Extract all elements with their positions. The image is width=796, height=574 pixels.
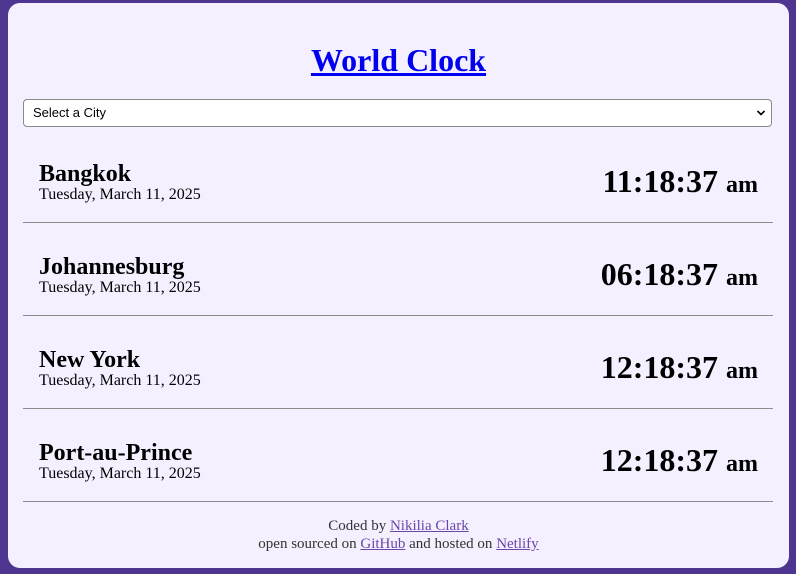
- city-name: Johannesburg: [39, 254, 185, 280]
- city-date: Tuesday, March 11, 2025: [39, 465, 201, 482]
- time-ampm: am: [726, 172, 758, 198]
- city-date: Tuesday, March 11, 2025: [39, 186, 201, 203]
- time-value: 06:18:37: [600, 256, 718, 292]
- footer-open-sourced-text: open sourced on: [258, 536, 357, 552]
- city-name: Bangkok: [39, 161, 132, 187]
- author-link[interactable]: Nikilia Clark: [390, 518, 469, 534]
- city-row-port-au-prince: Port-au-Prince Tuesday, March 11, 2025 1…: [23, 409, 773, 502]
- city-time: 12:18:37 am: [601, 349, 758, 389]
- city-name: Port-au-Prince: [39, 440, 193, 466]
- city-row-new-york: New York Tuesday, March 11, 2025 12:18:3…: [23, 316, 773, 409]
- time-ampm: am: [726, 358, 758, 384]
- time-value: 12:18:37: [600, 442, 718, 478]
- header: World Clock: [8, 40, 789, 80]
- world-clock-card: World Clock Select a City Bangkok Tuesda…: [8, 3, 789, 568]
- footer: Coded by Nikilia Clark open sourced on G…: [8, 517, 789, 553]
- netlify-link[interactable]: Netlify: [496, 536, 539, 552]
- time-value: 11:18:37: [602, 163, 718, 199]
- footer-coded-by-text: Coded by: [328, 518, 387, 534]
- city-row-bangkok: Bangkok Tuesday, March 11, 2025 11:18:37…: [23, 130, 773, 223]
- time-ampm: am: [726, 451, 758, 477]
- time-ampm: am: [726, 265, 758, 291]
- footer-line-2: open sourced on GitHub and hosted on Net…: [8, 535, 789, 553]
- time-value: 12:18:37: [600, 349, 718, 385]
- page-title-link[interactable]: World Clock: [311, 42, 486, 78]
- city-select-value: Select a City: [33, 105, 106, 120]
- city-time: 06:18:37 am: [601, 256, 758, 296]
- city-row-johannesburg: Johannesburg Tuesday, March 11, 2025 06:…: [23, 223, 773, 316]
- city-date: Tuesday, March 11, 2025: [39, 372, 201, 389]
- city-time: 11:18:37 am: [602, 163, 758, 203]
- chevron-down-icon: [757, 110, 765, 116]
- city-date: Tuesday, March 11, 2025: [39, 279, 201, 296]
- city-name: New York: [39, 347, 141, 373]
- github-link[interactable]: GitHub: [360, 536, 405, 552]
- city-select[interactable]: Select a City: [23, 99, 772, 127]
- footer-line-1: Coded by Nikilia Clark: [8, 517, 789, 535]
- city-time: 12:18:37 am: [601, 442, 758, 482]
- city-list: Bangkok Tuesday, March 11, 2025 11:18:37…: [23, 130, 773, 502]
- footer-hosted-text: and hosted on: [409, 536, 493, 552]
